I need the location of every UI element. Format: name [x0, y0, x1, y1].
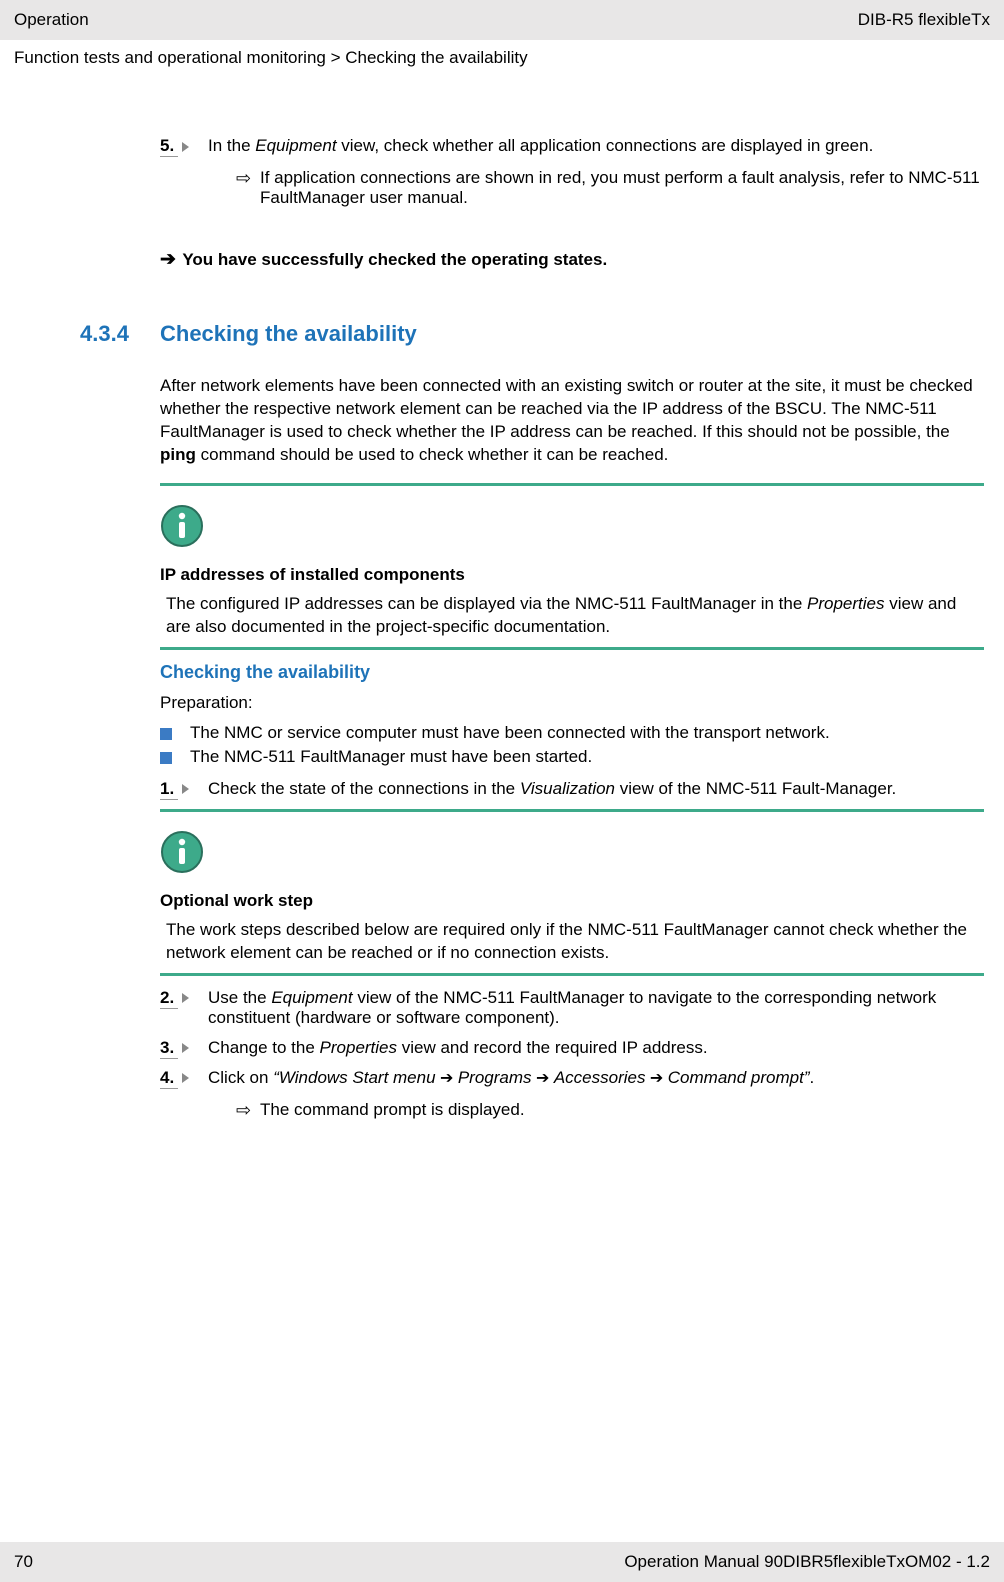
text: view of the NMC-511 Fault-Manager.	[615, 779, 896, 798]
preparation-label: Preparation:	[160, 693, 984, 713]
text: Check the state of the connections in th…	[208, 779, 520, 798]
step-arrow-icon	[182, 142, 189, 152]
text: .	[810, 1068, 815, 1087]
page-header: Operation DIB-R5 flexibleTx	[0, 0, 1004, 40]
text: If application connections are shown in …	[260, 168, 984, 208]
nav-arrow-icon: ➔	[436, 1070, 458, 1087]
step-arrow-icon	[182, 784, 189, 794]
note-title: IP addresses of installed components	[160, 565, 984, 585]
menu-path-part: Programs	[458, 1068, 532, 1087]
text: The configured IP addresses can be displ…	[166, 594, 807, 613]
nav-arrow-icon: ➔	[645, 1070, 667, 1087]
step-sub-item: ⇨ If application connections are shown i…	[208, 168, 984, 208]
step-number-text: 4.	[160, 1068, 178, 1089]
section-heading: 4.3.4 Checking the availability	[80, 321, 984, 347]
section-number: 4.3.4	[80, 321, 160, 347]
result-text: You have successfully checked the operat…	[182, 250, 607, 269]
text: Use the	[208, 988, 271, 1007]
step-arrow-icon	[182, 1073, 189, 1083]
text: The command prompt is displayed.	[260, 1100, 984, 1121]
bullet-icon	[160, 752, 172, 764]
intro-paragraph: After network elements have been connect…	[160, 375, 984, 467]
menu-path-part: Accessories	[554, 1068, 646, 1087]
step-body: Change to the Properties view and record…	[208, 1038, 984, 1058]
bullet-text: The NMC-511 FaultManager must have been …	[190, 747, 984, 767]
nav-arrow-icon: ➔	[532, 1070, 554, 1087]
note-title: Optional work step	[160, 891, 984, 911]
step-number-text: 1.	[160, 779, 178, 800]
page-number: 70	[14, 1552, 33, 1572]
page-footer: 70 Operation Manual 90DIBR5flexibleTxOM0…	[0, 1542, 1004, 1582]
text: view and record the required IP address.	[397, 1038, 708, 1057]
info-icon	[160, 830, 204, 874]
step-arrow-icon	[182, 1043, 189, 1053]
header-product-name: DIB-R5 flexibleTx	[858, 10, 990, 30]
step-body: Check the state of the connections in th…	[208, 779, 984, 799]
step-number: 5.	[160, 136, 208, 208]
text-em: Properties	[320, 1038, 397, 1057]
note-divider-top	[160, 483, 984, 486]
menu-path-part: Windows Start menu	[279, 1068, 436, 1087]
text-bold: ping	[160, 445, 196, 464]
step-5: 5. In the Equipment view, check whether …	[160, 136, 984, 208]
bullet-icon	[160, 728, 172, 740]
text: Click on	[208, 1068, 273, 1087]
step-number: 1.	[160, 779, 208, 799]
note-divider-bottom	[160, 647, 984, 650]
text: command should be used to check whether …	[196, 445, 669, 464]
step-body: Use the Equipment view of the NMC-511 Fa…	[208, 988, 984, 1028]
text-em: Properties	[807, 594, 884, 613]
footer-manual-id: Operation Manual 90DIBR5flexibleTxOM02 -…	[624, 1552, 990, 1572]
result-arrow-icon: ⇨	[236, 1100, 260, 1121]
step-number-text: 2.	[160, 988, 178, 1009]
note-divider-top	[160, 809, 984, 812]
step-number-text: 3.	[160, 1038, 178, 1059]
breadcrumb: Function tests and operational monitorin…	[0, 40, 1004, 76]
note-divider-bottom	[160, 973, 984, 976]
menu-path-part: Command prompt	[668, 1068, 804, 1087]
text: In the	[208, 136, 255, 155]
step-number: 3.	[160, 1038, 208, 1058]
info-icon	[160, 504, 204, 548]
step-number: 2.	[160, 988, 208, 1028]
text: view, check whether all application conn…	[337, 136, 874, 155]
result-arrow-icon: ➔	[160, 249, 176, 270]
text: After network elements have been connect…	[160, 376, 973, 441]
step-arrow-icon	[182, 993, 189, 1003]
step-number-text: 5.	[160, 136, 178, 157]
bullet-item: The NMC-511 FaultManager must have been …	[160, 747, 984, 767]
bullet-text: The NMC or service computer must have be…	[190, 723, 984, 743]
step-3: 3. Change to the Properties view and rec…	[160, 1038, 984, 1058]
text-em: Visualization	[520, 779, 615, 798]
step-number: 4.	[160, 1068, 208, 1121]
note-body: The configured IP addresses can be displ…	[166, 593, 978, 639]
text-em: Equipment	[255, 136, 336, 155]
section-title: Checking the availability	[160, 321, 417, 347]
step-2: 2. Use the Equipment view of the NMC-511…	[160, 988, 984, 1028]
text: Change to the	[208, 1038, 320, 1057]
result-line: ➔ You have successfully checked the oper…	[160, 248, 984, 271]
step-body: Click on “Windows Start menu ➔ Programs …	[208, 1068, 984, 1121]
step-body: In the Equipment view, check whether all…	[208, 136, 984, 208]
page-content: 5. In the Equipment view, check whether …	[0, 76, 1004, 1151]
step-4: 4. Click on “Windows Start menu ➔ Progra…	[160, 1068, 984, 1121]
procedure-heading: Checking the availability	[160, 662, 984, 683]
header-section-title: Operation	[14, 10, 89, 30]
bullet-item: The NMC or service computer must have be…	[160, 723, 984, 743]
text-em: Equipment	[271, 988, 352, 1007]
note-body: The work steps described below are requi…	[166, 919, 978, 965]
step-sub-item: ⇨ The command prompt is displayed.	[208, 1100, 984, 1121]
step-1: 1. Check the state of the connections in…	[160, 779, 984, 799]
result-arrow-icon: ⇨	[236, 168, 260, 208]
